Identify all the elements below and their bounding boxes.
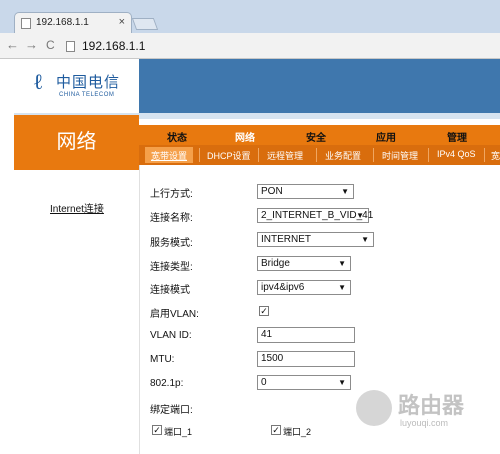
port-2-label: 端口_2 xyxy=(283,427,312,437)
router-watermark-icon xyxy=(356,390,392,426)
conn-type-label: 连接类型: xyxy=(150,262,193,273)
menu-item-status[interactable]: 状态 xyxy=(167,129,187,144)
port-1-checkbox[interactable]: ✓ xyxy=(152,425,162,435)
tab-broadband[interactable]: 宽带设置 xyxy=(145,147,194,163)
port-2-checkbox[interactable]: ✓ xyxy=(271,425,281,435)
conn-name-select[interactable]: 2_INTERNET_B_VID_41 ▼ xyxy=(257,208,373,223)
new-tab-button[interactable] xyxy=(131,18,159,30)
sidebar-item-internet[interactable]: Internet连接 xyxy=(50,200,104,215)
port-1-label: 端口_1 xyxy=(164,427,193,437)
tab-divider xyxy=(373,148,374,162)
tab-remote-manage[interactable]: 远程管理 xyxy=(261,147,309,163)
dot1p-value: 0 xyxy=(261,377,267,388)
conn-type-value: Bridge xyxy=(261,258,290,269)
vlan-id-label: VLAN ID: xyxy=(150,330,192,341)
tab-time-manage[interactable]: 时间管理 xyxy=(376,147,424,163)
conn-mode-value: ipv4&ipv6 xyxy=(261,282,305,293)
conn-name-label: 连接名称: xyxy=(150,213,193,224)
browser-tabstrip: 192.168.1.1 × xyxy=(0,0,500,33)
service-mode-select[interactable]: INTERNET ▼ xyxy=(257,232,374,247)
service-mode-value: INTERNET xyxy=(261,234,311,245)
dot1p-label: 802.1p: xyxy=(150,378,184,389)
back-icon[interactable]: ← xyxy=(6,37,19,52)
close-icon[interactable]: × xyxy=(119,16,125,28)
chevron-down-icon: ▼ xyxy=(356,211,364,220)
page-icon xyxy=(66,41,75,52)
conn-mode-label: 连接模式 xyxy=(150,285,190,296)
logo-area: ℓ 中国电信 CHINA TELECOM xyxy=(14,59,139,113)
menu-item-apps[interactable]: 应用 xyxy=(376,129,396,144)
chevron-down-icon: ▼ xyxy=(338,259,346,268)
vlan-enable-label: 启用VLAN: xyxy=(150,309,199,320)
forward-icon[interactable]: → xyxy=(25,37,38,52)
uplink-select[interactable]: PON ▼ xyxy=(257,184,354,199)
chevron-down-icon: ▼ xyxy=(338,283,346,292)
chevron-down-icon: ▼ xyxy=(361,235,369,244)
dot1p-select[interactable]: 0 ▼ xyxy=(257,375,351,390)
china-telecom-logo-icon: ℓ xyxy=(34,69,43,95)
menu-item-security[interactable]: 安全 xyxy=(306,129,326,144)
sub-menu: 宽带设置 DHCP设置 远程管理 业务配置 时间管理 IPv4 QoS 宽 xyxy=(139,145,500,165)
address-bar[interactable]: 192.168.1.1 xyxy=(82,37,496,55)
watermark-subtext: luyouqi.com xyxy=(400,418,449,428)
tab-dhcp[interactable]: DHCP设置 xyxy=(201,147,257,163)
bind-port-label: 绑定端口: xyxy=(150,405,193,416)
chevron-down-icon: ▼ xyxy=(341,187,349,196)
main-menu: 状态 网络 安全 应用 管理 xyxy=(139,125,500,145)
mtu-label: MTU: xyxy=(150,354,175,365)
tab-divider xyxy=(428,148,429,162)
chevron-down-icon: ▼ xyxy=(338,378,346,387)
service-mode-label: 服务模式: xyxy=(150,238,193,249)
uplink-label: 上行方式: xyxy=(150,189,193,200)
vlan-enable-checkbox[interactable]: ✓ xyxy=(259,306,269,316)
page-icon xyxy=(21,18,31,29)
vlan-id-input[interactable]: 41 xyxy=(257,327,355,343)
sidebar-title: 网络 xyxy=(14,115,139,170)
conn-mode-select[interactable]: ipv4&ipv6 ▼ xyxy=(257,280,351,295)
menu-item-manage[interactable]: 管理 xyxy=(447,129,467,144)
browser-tab[interactable]: 192.168.1.1 × xyxy=(14,12,132,33)
menu-item-network[interactable]: 网络 xyxy=(235,129,255,144)
tab-more[interactable]: 宽 xyxy=(485,147,500,163)
tab-divider xyxy=(258,148,259,162)
tab-ipv4-qos[interactable]: IPv4 QoS xyxy=(431,147,482,163)
tab-divider xyxy=(199,148,200,162)
logo-text-en: CHINA TELECOM xyxy=(59,92,115,98)
watermark: 路由器 luyouqi.com xyxy=(356,386,486,436)
mtu-input[interactable]: 1500 xyxy=(257,351,355,367)
logo-text-cn: 中国电信 xyxy=(56,73,121,91)
conn-type-select[interactable]: Bridge ▼ xyxy=(257,256,351,271)
tab-title: 192.168.1.1 xyxy=(36,17,89,28)
uplink-value: PON xyxy=(261,186,283,197)
tab-service-config[interactable]: 业务配置 xyxy=(319,147,367,163)
reload-icon[interactable]: C xyxy=(46,38,55,52)
browser-navbar: ← → C 192.168.1.1 xyxy=(0,33,500,59)
watermark-text: 路由器 xyxy=(398,393,465,418)
tab-divider xyxy=(316,148,317,162)
